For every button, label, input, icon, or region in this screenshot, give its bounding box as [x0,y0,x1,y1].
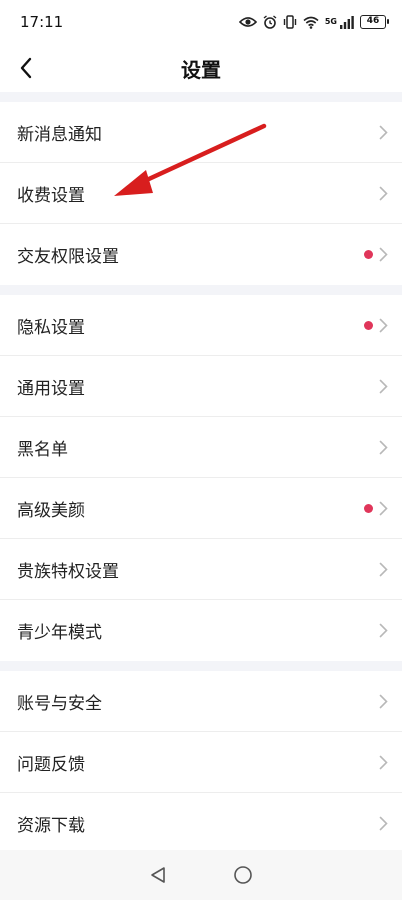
settings-item-label: 高级美颜 [17,500,85,521]
chevron-right-icon [379,755,388,769]
settings-item-label: 资源下载 [17,816,85,836]
wifi-icon [303,16,319,29]
settings-item-label: 交友权限设置 [17,247,119,267]
settings-group-2: 隐私设置 通用设置 黑名单 高级美颜 贵族特权设置 青少年模式 [0,295,402,661]
alarm-icon [263,15,277,29]
red-dot-badge [364,503,373,513]
settings-item-teen-mode[interactable]: 青少年模式 [0,600,402,661]
chevron-right-icon [379,816,388,831]
chevron-right-icon [379,694,388,708]
signal-icon [340,15,354,29]
battery-icon: 46 [360,15,389,29]
settings-item-label: 新消息通知 [17,124,102,145]
triangle-back-icon[interactable] [149,866,167,884]
settings-item-label: 账号与安全 [17,693,102,714]
chevron-right-icon [379,186,388,200]
vibrate-icon [283,15,297,29]
status-bar: 17:11 5G 46 [0,0,402,44]
circle-home-icon[interactable] [233,865,253,885]
settings-item-label: 隐私设置 [17,317,85,338]
settings-item-resource-download[interactable]: 资源下载 [0,793,402,854]
chevron-right-icon [379,247,388,262]
settings-item-label: 青少年模式 [17,623,102,643]
chevron-right-icon [379,318,388,332]
settings-item-label: 贵族特权设置 [17,561,119,582]
settings-item-account-security[interactable]: 账号与安全 [0,671,402,732]
chevron-right-icon [379,501,388,515]
settings-item-friend-permission[interactable]: 交友权限设置 [0,224,402,285]
back-button[interactable] [10,52,42,84]
settings-item-label: 黑名单 [17,439,68,460]
settings-item-label: 问题反馈 [17,754,85,775]
settings-item-blacklist[interactable]: 黑名单 [0,417,402,478]
page-title: 设置 [181,57,221,82]
section-divider [0,92,402,102]
settings-group-3: 账号与安全 问题反馈 资源下载 [0,671,402,854]
chevron-left-icon [20,57,32,79]
system-nav-bar [0,850,402,900]
settings-item-privacy[interactable]: 隐私设置 [0,295,402,356]
chevron-right-icon [379,379,388,393]
chevron-right-icon [379,440,388,454]
settings-item-general[interactable]: 通用设置 [0,356,402,417]
settings-item-label: 收费设置 [17,185,85,206]
red-dot-badge [364,320,373,330]
eye-icon [238,17,257,27]
section-divider [0,661,402,671]
chevron-right-icon [379,125,388,139]
settings-item-noble-privilege[interactable]: 贵族特权设置 [0,539,402,600]
header: 设置 [0,44,402,92]
settings-list: 新消息通知 收费设置 交友权限设置 隐私设置 通用设置 黑名单 高级美颜 贵族特… [0,92,402,854]
status-time: 17:11 [20,13,64,31]
settings-item-new-message-notification[interactable]: 新消息通知 [0,102,402,163]
settings-group-1: 新消息通知 收费设置 交友权限设置 [0,102,402,285]
chevron-right-icon [379,562,388,576]
settings-item-advanced-beauty[interactable]: 高级美颜 [0,478,402,539]
network-type: 5G [324,17,337,26]
settings-item-feedback[interactable]: 问题反馈 [0,732,402,793]
red-dot-badge [364,250,373,259]
battery-level: 46 [366,16,380,26]
chevron-right-icon [379,623,388,638]
status-icons: 5G 46 [238,15,389,29]
section-divider [0,285,402,295]
settings-item-label: 通用设置 [17,378,85,399]
settings-item-charge-settings[interactable]: 收费设置 [0,163,402,224]
